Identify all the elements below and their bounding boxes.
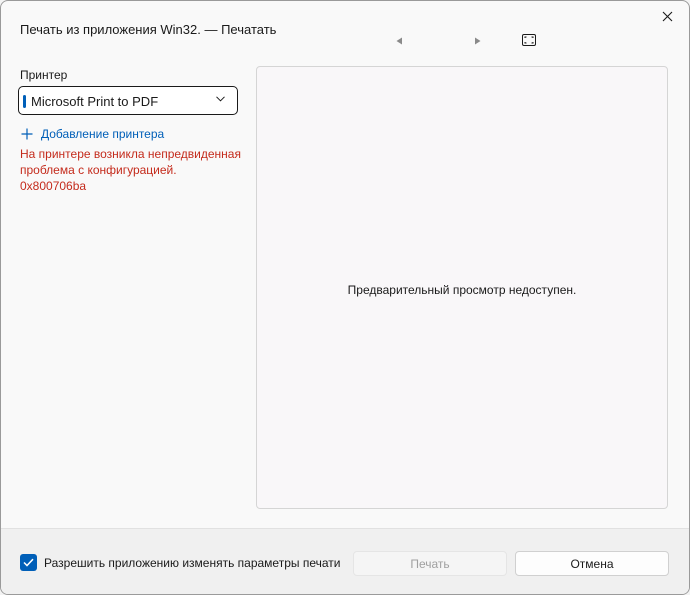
- checkbox-checked[interactable]: [20, 554, 37, 571]
- triangle-left-icon: [396, 37, 402, 45]
- printer-label: Принтер: [20, 68, 68, 82]
- close-button[interactable]: [655, 4, 679, 28]
- printer-error-message: На принтере возникла непредвиденная проб…: [20, 147, 241, 193]
- checkmark-icon: [23, 558, 34, 567]
- selection-accent: [23, 95, 26, 108]
- printer-selected-value: Microsoft Print to PDF: [31, 94, 159, 109]
- dialog-title: Печать из приложения Win32. — Печатать: [20, 22, 277, 37]
- preview-pane: Предварительный просмотр недоступен.: [256, 66, 668, 509]
- previous-page-button[interactable]: [392, 34, 406, 48]
- preview-unavailable-message: Предварительный просмотр недоступен.: [347, 283, 577, 297]
- allow-app-settings-checkbox[interactable]: Разрешить приложению изменять параметры …: [20, 554, 340, 571]
- fit-page-icon: [521, 34, 536, 46]
- next-page-button[interactable]: [470, 34, 484, 48]
- add-printer-label: Добавление принтера: [41, 127, 165, 141]
- chevron-down-icon: [216, 96, 225, 102]
- dialog-footer: Разрешить приложению изменять параметры …: [1, 528, 689, 594]
- cancel-button[interactable]: Отмена: [515, 551, 669, 576]
- close-icon: [662, 11, 672, 21]
- allow-app-settings-label: Разрешить приложению изменять параметры …: [44, 555, 341, 570]
- printer-dropdown[interactable]: Microsoft Print to PDF: [18, 86, 238, 115]
- print-dialog: Печать из приложения Win32. — Печатать П…: [0, 0, 690, 595]
- print-button[interactable]: Печать: [353, 551, 507, 576]
- fit-page-button[interactable]: [520, 32, 537, 48]
- add-printer-link[interactable]: Добавление принтера: [21, 126, 164, 142]
- triangle-right-icon: [474, 37, 480, 45]
- plus-icon: [21, 128, 33, 140]
